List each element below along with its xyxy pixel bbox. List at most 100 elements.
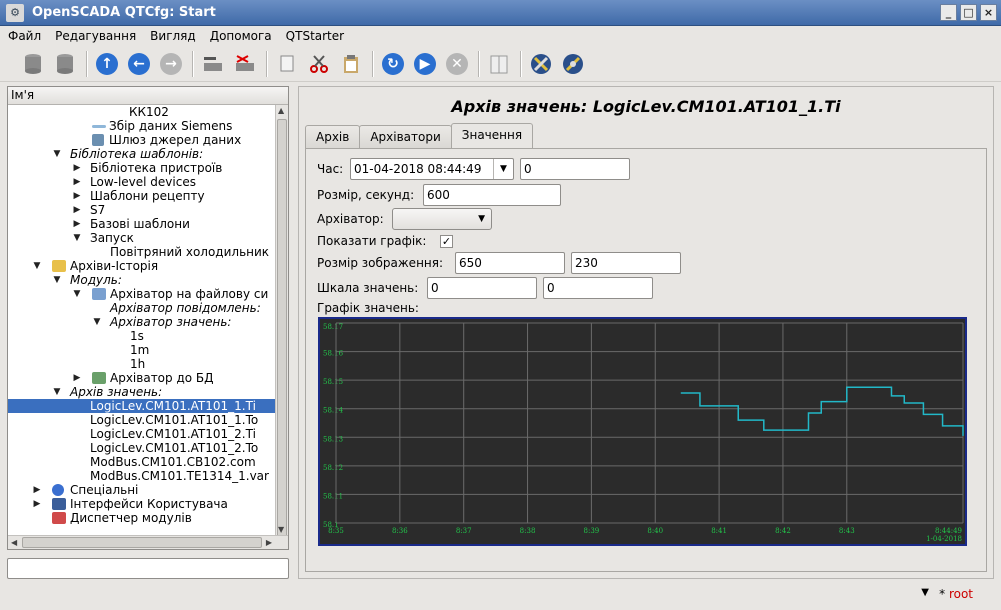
play-icon[interactable]: ▶: [412, 51, 438, 77]
expand-arrow-icon[interactable]: ▼: [72, 231, 82, 245]
scroll-left-icon[interactable]: ◀: [11, 538, 17, 547]
collapse-arrow-icon[interactable]: ▶: [72, 371, 82, 385]
tree-horizontal-scrollbar[interactable]: ◀ ▶: [8, 535, 288, 549]
copy-icon[interactable]: [274, 51, 300, 77]
tab-archivers[interactable]: Архіватори: [359, 125, 452, 149]
scroll-thumb[interactable]: [22, 537, 262, 548]
scroll-thumb[interactable]: [277, 119, 287, 539]
status-dropdown-icon[interactable]: ▼: [921, 587, 929, 598]
expand-arrow-icon[interactable]: ▼: [92, 315, 102, 329]
scale-max-input[interactable]: 0: [543, 277, 653, 299]
tree-row-label: КК102: [129, 105, 169, 119]
minimize-button[interactable]: _: [940, 4, 957, 21]
menu-edit[interactable]: Редагування: [55, 29, 136, 43]
delete-icon[interactable]: [232, 51, 258, 77]
tree-row-label: Шлюз джерел даних: [109, 133, 242, 147]
expand-arrow-icon[interactable]: ▼: [52, 147, 62, 161]
refresh-icon[interactable]: ↻: [380, 51, 406, 77]
tree-row[interactable]: Повітряний холодильник: [8, 245, 275, 259]
show-graph-checkbox[interactable]: ✓: [440, 235, 453, 248]
tree-row[interactable]: ▼ Модуль:: [8, 273, 275, 287]
tree-row[interactable]: ▶ Low-level devices: [8, 175, 275, 189]
expand-arrow-icon[interactable]: ▼: [32, 259, 42, 273]
collapse-arrow-icon[interactable]: ▶: [72, 175, 82, 189]
image-width-input[interactable]: 650: [455, 252, 565, 274]
collapse-arrow-icon[interactable]: ▶: [72, 189, 82, 203]
menu-help[interactable]: Допомога: [210, 29, 272, 43]
menu-qtstarter[interactable]: QTStarter: [286, 29, 344, 43]
tree-row[interactable]: LogicLev.CM101.AT101_1.To: [8, 413, 275, 427]
collapse-arrow-icon[interactable]: ▶: [72, 161, 82, 175]
stop-icon[interactable]: ✕: [444, 51, 470, 77]
db-load-icon[interactable]: [20, 51, 46, 77]
chevron-down-icon[interactable]: ▼: [493, 159, 513, 179]
tree-row[interactable]: ▼ Бібліотека шаблонів:: [8, 147, 275, 161]
up-icon[interactable]: ↑: [94, 51, 120, 77]
tree-row[interactable]: ▶ S7: [8, 203, 275, 217]
close-button[interactable]: ×: [980, 4, 997, 21]
scale-label: Шкала значень:: [317, 281, 419, 295]
scale-min-input[interactable]: 0: [427, 277, 537, 299]
tools-icon[interactable]: [528, 51, 554, 77]
add-icon[interactable]: [200, 51, 226, 77]
time-combo[interactable]: 01-04-2018 08:44:49 ▼: [350, 158, 514, 180]
scroll-up-icon[interactable]: ▲: [278, 106, 284, 115]
tree-row-selected[interactable]: LogicLev.CM101.AT101_1.Ti: [8, 399, 275, 413]
expand-arrow-icon[interactable]: ▼: [72, 287, 82, 301]
expand-arrow-icon[interactable]: ▼: [52, 273, 62, 287]
archiver-select[interactable]: ▼: [392, 208, 492, 230]
tree-row[interactable]: LogicLev.CM101.AT101_2.Ti: [8, 427, 275, 441]
menu-file[interactable]: Файл: [8, 29, 41, 43]
tree-row[interactable]: 1h: [8, 357, 275, 371]
tree-row[interactable]: ▼ Архіви-Історія: [8, 259, 275, 273]
expand-arrow-icon[interactable]: ▼: [52, 385, 62, 399]
tree-row[interactable]: ▶ Архіватор до БД: [8, 371, 275, 385]
paste-icon[interactable]: [338, 51, 364, 77]
collapse-arrow-icon[interactable]: ▶: [32, 497, 42, 511]
tree-row[interactable]: ▶ Базові шаблони: [8, 217, 275, 231]
tree-header[interactable]: Ім'я: [8, 87, 288, 105]
status-user[interactable]: * root: [939, 587, 973, 601]
tab-values[interactable]: Значення: [450, 123, 534, 149]
menu-view[interactable]: Вигляд: [150, 29, 196, 43]
manual-icon[interactable]: [486, 51, 512, 77]
collapse-arrow-icon[interactable]: ▶: [32, 483, 42, 497]
tree-row[interactable]: 1s: [8, 329, 275, 343]
db-save-icon[interactable]: [52, 51, 78, 77]
cut-icon[interactable]: [306, 51, 332, 77]
image-height-input[interactable]: 230: [571, 252, 681, 274]
tree-row[interactable]: ▼ Архіватор значень:: [8, 315, 275, 329]
tree-row[interactable]: ModBus.CM101.TE1314_1.var: [8, 469, 275, 483]
tab-archive[interactable]: Архів: [305, 125, 361, 149]
tree-row[interactable]: КК102: [8, 105, 275, 119]
tree-row[interactable]: Шлюз джерел даних: [8, 133, 275, 147]
tree-row[interactable]: Диспетчер модулів: [8, 511, 275, 525]
tree-row[interactable]: LogicLev.CM101.AT101_2.To: [8, 441, 275, 455]
window-titlebar: ⚙ OpenSCADA QTCfg: Start _ □ ×: [0, 0, 1001, 26]
tree-row[interactable]: ▼ Архів значень:: [8, 385, 275, 399]
scroll-right-icon[interactable]: ▶: [266, 538, 272, 547]
size-input[interactable]: 600: [423, 184, 561, 206]
chevron-down-icon: ▼: [478, 214, 485, 224]
config-icon[interactable]: [560, 51, 586, 77]
tree-row[interactable]: ▶ Інтерфейси Користувача: [8, 497, 275, 511]
object-tree[interactable]: Ім'я КК102 Збір даних Siemens Шлюз джере…: [7, 86, 289, 550]
scroll-down-icon[interactable]: ▼: [278, 525, 284, 534]
tree-row[interactable]: 1m: [8, 343, 275, 357]
command-input[interactable]: [7, 558, 289, 579]
tree-row[interactable]: ▶ Спеціальні: [8, 483, 275, 497]
back-icon[interactable]: ←: [126, 51, 152, 77]
collapse-arrow-icon[interactable]: ▶: [72, 217, 82, 231]
time-offset-input[interactable]: 0: [520, 158, 630, 180]
maximize-button[interactable]: □: [960, 4, 977, 21]
tree-row[interactable]: ▼ Запуск: [8, 231, 275, 245]
tree-row[interactable]: Збір даних Siemens: [8, 119, 275, 133]
tree-row[interactable]: ▶ Шаблони рецепту: [8, 189, 275, 203]
tree-row[interactable]: Архіватор повідомлень:: [8, 301, 275, 315]
tree-row[interactable]: ModBus.CM101.CB102.com: [8, 455, 275, 469]
forward-icon[interactable]: →: [158, 51, 184, 77]
tree-row[interactable]: ▶ Бібліотека пристроїв: [8, 161, 275, 175]
tree-row[interactable]: ▼ Архіватор на файлову си: [8, 287, 275, 301]
tree-vertical-scrollbar[interactable]: ▲ ▼: [275, 105, 288, 539]
collapse-arrow-icon[interactable]: ▶: [72, 203, 82, 217]
